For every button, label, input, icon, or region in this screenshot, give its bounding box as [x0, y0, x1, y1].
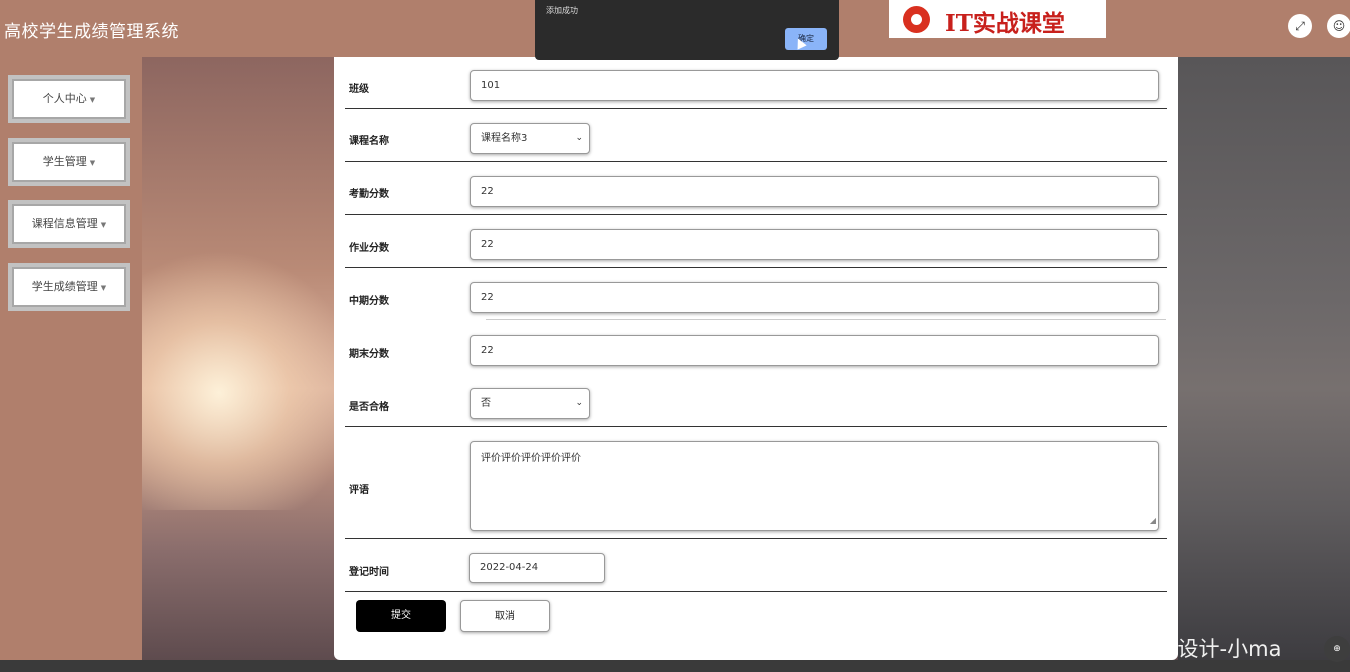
- logo-text: IT实战课堂: [945, 10, 1065, 37]
- final-score-input[interactable]: 22: [470, 335, 1159, 366]
- sidebar-item-label: 个人中心: [42, 92, 87, 105]
- register-date-label: 登记时间: [349, 567, 389, 578]
- class-input[interactable]: 101: [470, 70, 1159, 101]
- grade-form-panel: 班级 101 课程名称 课程名称3 ⌄ 考勤分数 22 作业分数 22 中期分数…: [334, 57, 1178, 660]
- divider: [345, 538, 1167, 539]
- sidebar: 个人中心 ▼ 学生管理 ▼ 课程信息管理 ▼ 学生成绩管理 ▼: [0, 57, 142, 660]
- course-name-select[interactable]: 课程名称3 ⌄: [470, 123, 590, 154]
- final-score-label: 期末分数: [349, 349, 389, 360]
- pass-status-label: 是否合格: [349, 402, 389, 413]
- divider: [345, 161, 1167, 162]
- divider: [345, 426, 1167, 427]
- caret-down-icon: ▼: [89, 159, 96, 167]
- divider: [345, 267, 1167, 268]
- user-icon[interactable]: ☺: [1327, 14, 1350, 38]
- watermark-text: CSDN @计算机毕业设计-小ma: [985, 637, 1282, 661]
- caret-down-icon: ▼: [100, 284, 107, 292]
- sidebar-item-personal-center[interactable]: 个人中心 ▼: [8, 75, 130, 123]
- attendance-score-label: 考勤分数: [349, 189, 389, 200]
- attendance-score-input[interactable]: 22: [470, 176, 1159, 207]
- midterm-score-input[interactable]: 22: [470, 282, 1159, 313]
- pass-status-select[interactable]: 否 ⌄: [470, 388, 590, 419]
- alert-message: 添加成功: [546, 6, 578, 15]
- midterm-score-label: 中期分数: [349, 296, 389, 307]
- background-sunlight: [142, 250, 362, 510]
- register-date-input[interactable]: 2022-04-24: [469, 553, 605, 583]
- alert-dialog: 添加成功 确定: [535, 0, 839, 60]
- comment-textarea[interactable]: 评价评价评价评价评价 ◢: [470, 441, 1159, 531]
- divider: [345, 214, 1167, 215]
- divider: [345, 591, 1167, 592]
- logo-circle-icon: [903, 6, 930, 33]
- sidebar-item-label: 学生成绩管理: [31, 280, 98, 293]
- sidebar-item-course-management[interactable]: 课程信息管理 ▼: [8, 200, 130, 248]
- cancel-button[interactable]: 取消: [460, 600, 550, 632]
- sidebar-item-grade-management[interactable]: 学生成绩管理 ▼: [8, 263, 130, 311]
- course-name-label: 课程名称: [349, 136, 389, 147]
- divider: [486, 319, 1166, 320]
- sidebar-item-student-management[interactable]: 学生管理 ▼: [8, 138, 130, 186]
- resize-handle-icon[interactable]: ◢: [1150, 514, 1156, 528]
- comment-label: 评语: [349, 485, 369, 496]
- comment-value: 评价评价评价评价评价: [481, 453, 581, 464]
- background-city: [1178, 57, 1350, 660]
- sidebar-item-label: 学生管理: [42, 155, 87, 168]
- class-label: 班级: [349, 84, 369, 95]
- floating-badge-icon[interactable]: ⊕: [1324, 636, 1350, 662]
- chevron-down-icon: ⌄: [575, 133, 583, 143]
- app-title: 高校学生成绩管理系统: [4, 22, 179, 42]
- sidebar-item-label: 课程信息管理: [31, 217, 98, 230]
- submit-button[interactable]: 提交: [356, 600, 446, 632]
- caret-down-icon: ▼: [100, 221, 107, 229]
- divider: [345, 108, 1167, 109]
- caret-down-icon: ▼: [89, 96, 96, 104]
- course-name-value: 课程名称3: [481, 133, 528, 144]
- chevron-down-icon: ⌄: [575, 398, 583, 408]
- homework-score-label: 作业分数: [349, 243, 389, 254]
- fullscreen-icon[interactable]: ⤢: [1288, 14, 1312, 38]
- alert-ok-button[interactable]: 确定: [785, 28, 827, 50]
- pass-status-value: 否: [481, 398, 491, 409]
- brand-logo: IT实战课堂: [889, 0, 1106, 38]
- homework-score-input[interactable]: 22: [470, 229, 1159, 260]
